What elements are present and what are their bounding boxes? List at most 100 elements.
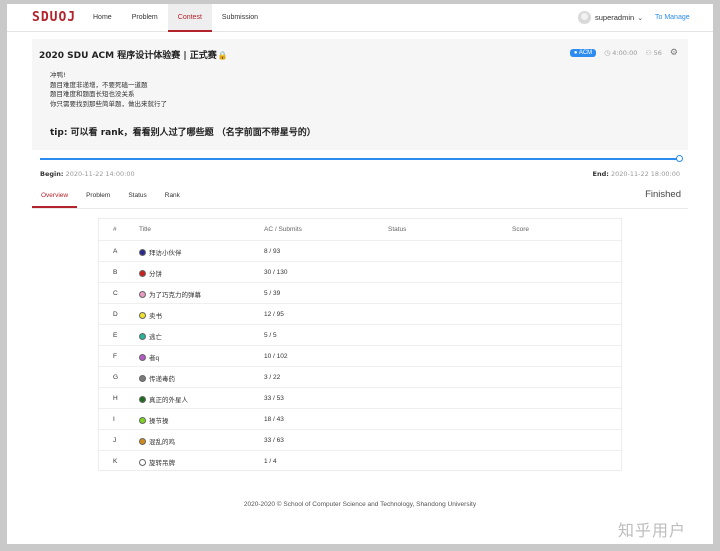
balloon-color-icon	[139, 333, 146, 340]
table-row[interactable]: H 真正的外星人 33 / 53	[99, 387, 621, 408]
ac-submits: 10 / 102	[264, 353, 288, 360]
header-id: #	[113, 226, 117, 233]
username[interactable]: superadmin	[595, 13, 634, 22]
balloon-color-icon	[139, 312, 146, 319]
ac-submits: 8 / 93	[264, 248, 281, 255]
user-menu[interactable]: superadmin ⌄	[578, 11, 643, 24]
problem-title[interactable]: 操节操	[149, 418, 169, 425]
balloon-color-icon	[139, 291, 146, 298]
nav-contest[interactable]: Contest	[167, 4, 212, 32]
problem-title[interactable]: 者q	[149, 355, 159, 362]
header-title: Title	[139, 226, 152, 233]
problem-title-cell[interactable]: 逃亡	[139, 331, 162, 341]
ac-submits: 18 / 43	[264, 416, 284, 423]
ac-submits: 5 / 5	[264, 332, 277, 339]
tab-rank[interactable]: Rank	[156, 186, 189, 208]
ac-submits: 3 / 22	[264, 374, 281, 381]
header-status: Status	[388, 226, 407, 233]
balloon-color-icon	[139, 459, 146, 466]
problem-title-cell[interactable]: 混乱的鸡	[139, 436, 175, 446]
top-navbar: SDUOJ Home Problem Contest Submission su…	[7, 4, 713, 32]
table-row[interactable]: A 拜访小伙伴 8 / 93	[99, 240, 621, 261]
balloon-color-icon	[139, 375, 146, 382]
problem-title[interactable]: 混乱的鸡	[149, 439, 175, 446]
tab-overview[interactable]: Overview	[32, 186, 78, 208]
problem-title-cell[interactable]: 旋转吊牌	[139, 457, 175, 467]
table-row[interactable]: D 卖书 12 / 95	[99, 303, 621, 324]
problem-id: I	[113, 416, 115, 423]
problem-title-cell[interactable]: 分饼	[139, 268, 162, 278]
table-row[interactable]: G 传递毒药 3 / 22	[99, 366, 621, 387]
problem-title[interactable]: 传递毒药	[149, 376, 175, 383]
problem-title[interactable]: 卖书	[149, 313, 162, 320]
problem-title[interactable]: 逃亡	[149, 334, 162, 341]
problem-id: C	[113, 290, 118, 297]
desc-line: 题目难度非递增，不要死磕一道题	[50, 80, 148, 89]
contest-status: Finished	[645, 189, 681, 200]
table-row[interactable]: I 操节操 18 / 43	[99, 408, 621, 429]
main-nav: Home Problem Contest Submission	[83, 4, 268, 32]
contest-title: 2020 SDU ACM 程序设计体验赛 | 正式赛	[39, 51, 217, 61]
chevron-down-icon[interactable]: ⌄	[637, 14, 643, 22]
problem-id: F	[113, 353, 117, 360]
contest-title-wrap: 2020 SDU ACM 程序设计体验赛 | 正式赛🔒	[39, 48, 228, 61]
problem-id: H	[113, 395, 118, 402]
tab-status[interactable]: Status	[119, 186, 155, 208]
table-row[interactable]: K 旋转吊牌 1 / 4	[99, 450, 621, 471]
app-window: SDUOJ Home Problem Contest Submission su…	[7, 4, 713, 544]
problem-id: K	[113, 458, 118, 465]
problem-id: E	[113, 332, 118, 339]
tabs-divider	[32, 208, 688, 209]
problem-id: G	[113, 374, 119, 381]
table-row[interactable]: E 逃亡 5 / 5	[99, 324, 621, 345]
ac-submits: 33 / 53	[264, 395, 284, 402]
problem-title-cell[interactable]: 为了巧克力的弹幕	[139, 289, 201, 299]
problem-id: B	[113, 269, 118, 276]
duration: ◷ 4:00:00	[604, 49, 637, 57]
end-label: End:	[592, 170, 609, 178]
table-row[interactable]: B 分饼 30 / 130	[99, 261, 621, 282]
problem-title[interactable]: 拜访小伙伴	[149, 250, 182, 257]
table-row[interactable]: F 者q 10 / 102	[99, 345, 621, 366]
tab-problem[interactable]: Problem	[77, 186, 119, 208]
desc-line: 你只需要找到那些简单题，做出来就行了	[50, 99, 167, 108]
contest-meta: ● ACM ◷ 4:00:00 ⚇ 56 ⚙	[569, 48, 678, 58]
problem-title-cell[interactable]: 操节操	[139, 415, 169, 425]
problem-table: # Title AC / Submits Status Score A 拜访小伙伴…	[98, 218, 622, 471]
nav-submission[interactable]: Submission	[212, 4, 268, 32]
problem-title-cell[interactable]: 真正的外星人	[139, 394, 188, 404]
ac-submits: 33 / 63	[264, 437, 284, 444]
problem-id: D	[113, 311, 118, 318]
contest-tabs: Overview Problem Status Rank	[32, 186, 189, 208]
users-icon: ⚇	[645, 49, 652, 57]
table-row[interactable]: C 为了巧克力的弹幕 5 / 39	[99, 282, 621, 303]
ac-submits: 1 / 4	[264, 458, 277, 465]
header-ac: AC / Submits	[264, 226, 302, 233]
to-manage-link[interactable]: To Manage	[655, 14, 690, 21]
participants-value: 56	[653, 49, 662, 57]
problem-title[interactable]: 分饼	[149, 271, 162, 278]
problem-title-cell[interactable]: 卖书	[139, 310, 162, 320]
problem-title[interactable]: 真正的外星人	[149, 397, 188, 404]
progress-end-marker	[676, 155, 683, 162]
watermark: 知乎用户	[618, 521, 687, 540]
problem-title[interactable]: 旋转吊牌	[149, 460, 175, 467]
gear-icon[interactable]: ⚙	[670, 48, 678, 58]
balloon-color-icon	[139, 270, 146, 277]
balloon-color-icon	[139, 396, 146, 403]
avatar[interactable]	[578, 11, 591, 24]
desc-line: 冲鸭!	[50, 71, 66, 79]
table-row[interactable]: J 混乱的鸡 33 / 63	[99, 429, 621, 450]
nav-problem[interactable]: Problem	[122, 4, 168, 32]
problem-title-cell[interactable]: 传递毒药	[139, 373, 175, 383]
balloon-color-icon	[139, 417, 146, 424]
desc-line: 题目难度和题面长短也没关系	[50, 90, 135, 98]
footer: 2020-2020 © School of Computer Science a…	[243, 501, 477, 508]
logo[interactable]: SDUOJ	[32, 10, 76, 25]
contest-tip: tip: 可以看 rank，看看别人过了哪些题 （名字前面不带星号的）	[50, 128, 316, 138]
nav-home[interactable]: Home	[83, 4, 122, 32]
problem-title-cell[interactable]: 拜访小伙伴	[139, 247, 182, 257]
contest-info-panel: 2020 SDU ACM 程序设计体验赛 | 正式赛🔒 ● ACM ◷ 4:00:…	[32, 39, 688, 150]
problem-title-cell[interactable]: 者q	[139, 352, 159, 362]
problem-title[interactable]: 为了巧克力的弹幕	[149, 292, 201, 299]
